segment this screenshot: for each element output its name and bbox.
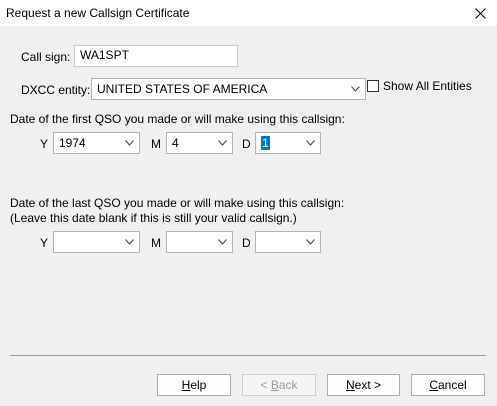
- first-qso-year-label: Y: [40, 137, 49, 151]
- callsign-input[interactable]: WA1SPT: [74, 45, 238, 67]
- first-qso-day-select[interactable]: 1: [255, 132, 321, 154]
- chevron-down-icon: [218, 140, 227, 146]
- separator-line: [10, 355, 486, 356]
- last-qso-year-label: Y: [40, 236, 49, 250]
- last-qso-year-select[interactable]: [53, 231, 140, 253]
- next-button-label: ext >: [354, 378, 382, 392]
- help-button[interactable]: Help: [157, 374, 231, 396]
- last-qso-heading: Date of the last QSO you made or will ma…: [10, 196, 345, 210]
- first-qso-day-value: 1: [261, 136, 270, 150]
- cancel-button-label: ancel: [437, 378, 467, 392]
- last-qso-month-label: M: [151, 236, 161, 250]
- first-qso-month-value: 4: [172, 136, 179, 150]
- dxcc-entity-value: UNITED STATES OF AMERICA: [97, 82, 268, 96]
- back-button-label: ack: [278, 378, 298, 392]
- chevron-down-icon: [125, 239, 134, 245]
- chevron-down-icon: [218, 239, 227, 245]
- cancel-button-mnemonic: C: [429, 378, 438, 392]
- show-all-entities-checkbox[interactable]: [367, 80, 379, 92]
- dxcc-label: DXCC entity:: [21, 83, 91, 97]
- help-button-label: elp: [190, 378, 207, 392]
- first-qso-year-value: 1974: [59, 136, 86, 150]
- close-icon: [474, 7, 486, 19]
- back-button-mnemonic: B: [270, 378, 279, 392]
- window-title: Request a new Callsign Certificate: [6, 6, 190, 20]
- dxcc-entity-select[interactable]: UNITED STATES OF AMERICA: [91, 78, 366, 100]
- back-button[interactable]: < Back: [242, 374, 316, 396]
- next-button-mnemonic: N: [345, 378, 355, 392]
- last-qso-day-label: D: [242, 236, 251, 250]
- chevron-down-icon: [306, 239, 315, 245]
- cancel-button[interactable]: Cancel: [411, 374, 485, 396]
- close-button[interactable]: [463, 0, 497, 26]
- chevron-down-icon: [125, 140, 134, 146]
- chevron-down-icon: [351, 86, 360, 92]
- title-bar: Request a new Callsign Certificate: [0, 0, 497, 26]
- callsign-value: WA1SPT: [80, 48, 129, 62]
- first-qso-day-label: D: [242, 137, 251, 151]
- first-qso-month-select[interactable]: 4: [166, 132, 233, 154]
- chevron-down-icon: [306, 140, 315, 146]
- last-qso-note: (Leave this date blank if this is still …: [10, 211, 297, 225]
- first-qso-month-label: M: [151, 137, 161, 151]
- next-button[interactable]: Next >: [327, 374, 400, 396]
- first-qso-year-select[interactable]: 1974: [53, 132, 140, 154]
- first-qso-heading: Date of the first QSO you made or will m…: [10, 112, 345, 126]
- last-qso-day-select[interactable]: [255, 231, 321, 253]
- last-qso-month-select[interactable]: [166, 231, 233, 253]
- back-button-prefix: <: [260, 378, 271, 392]
- callsign-label: Call sign:: [21, 50, 71, 64]
- show-all-entities-label[interactable]: Show All Entities: [383, 79, 472, 93]
